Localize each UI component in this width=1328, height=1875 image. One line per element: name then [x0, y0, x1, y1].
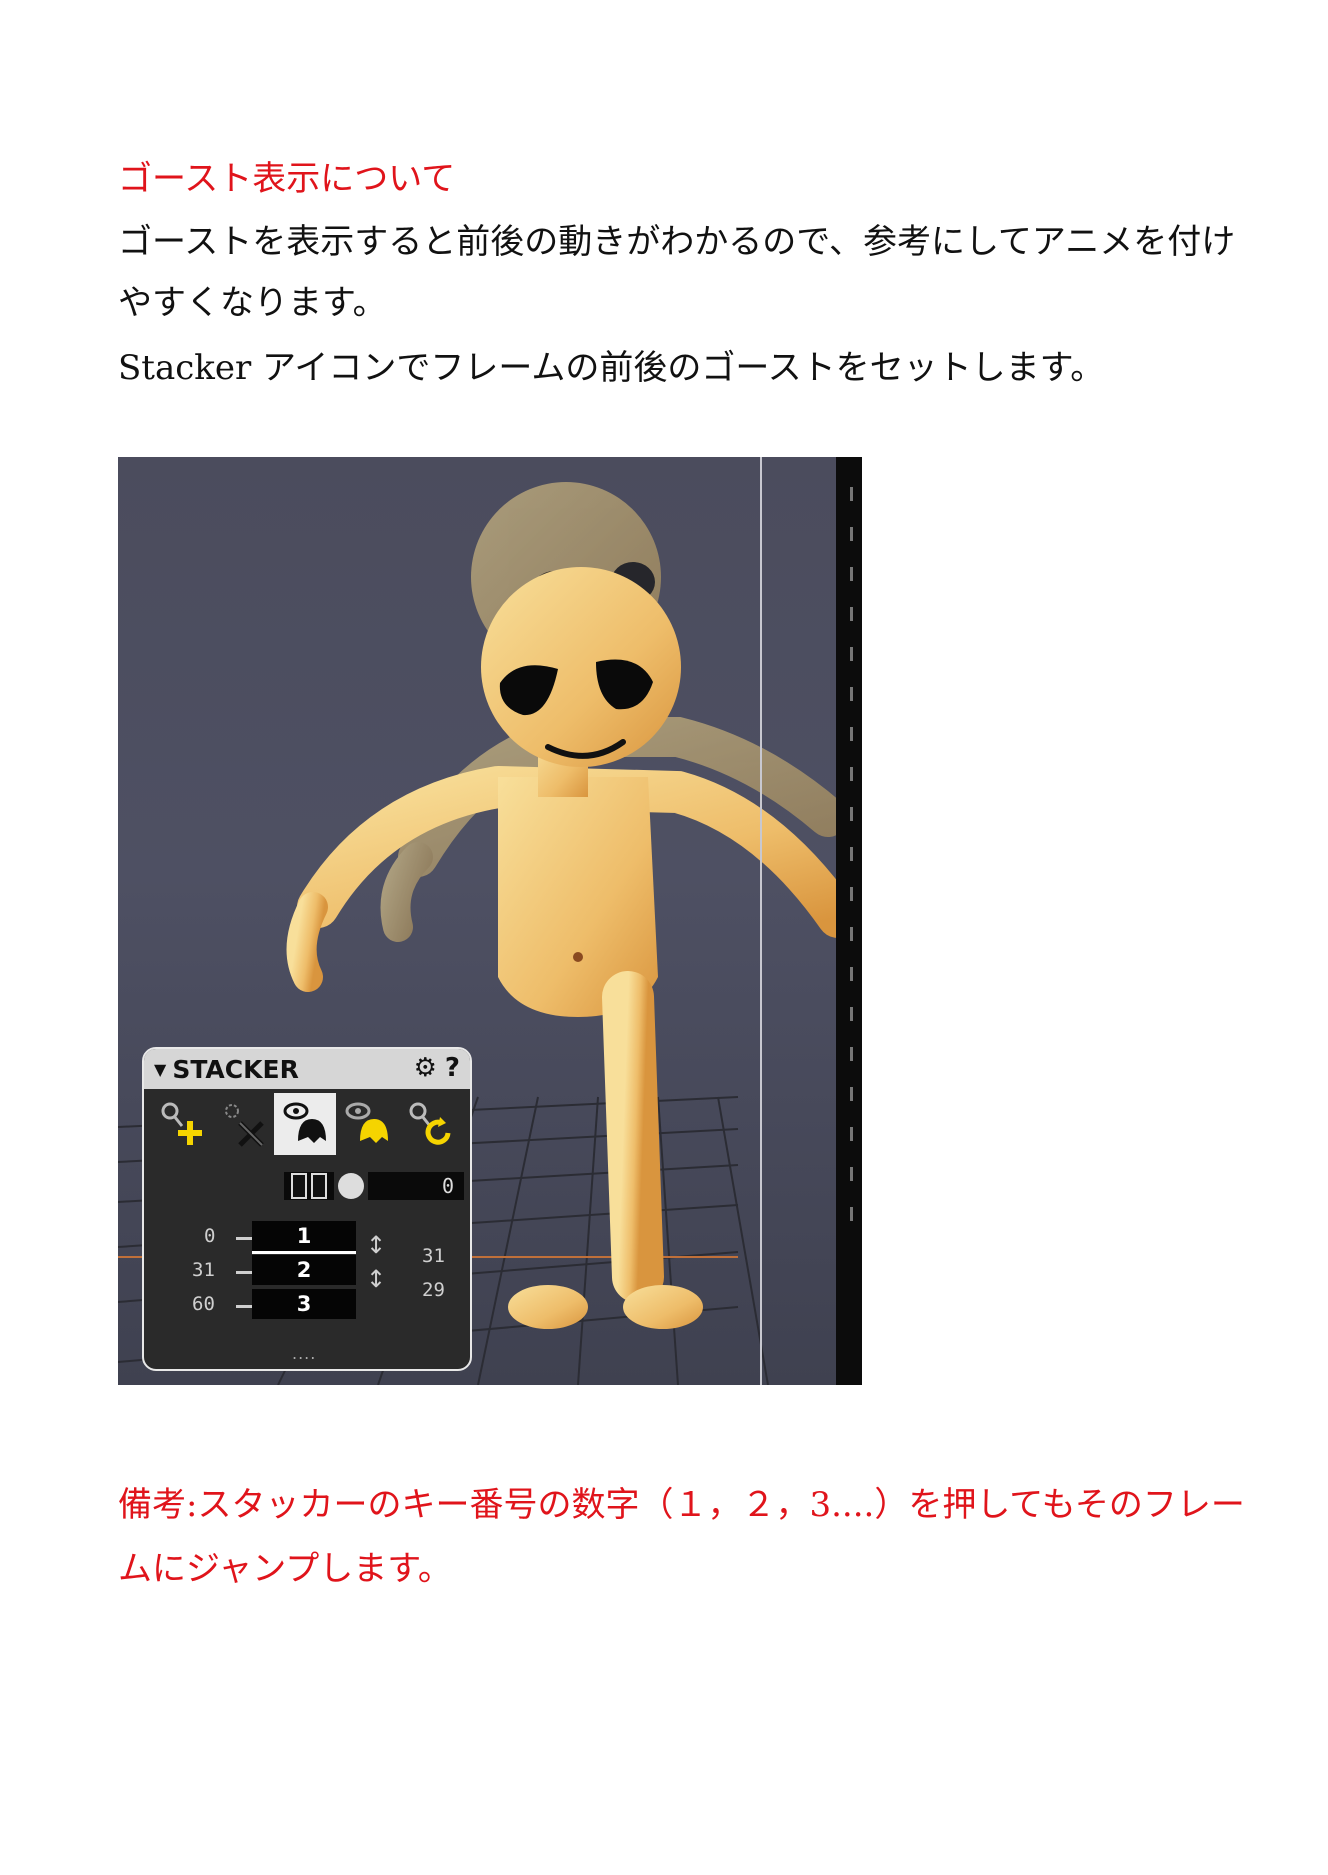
intro-paragraph: ゴーストを表示すると前後の動きがわかるので、参考にしてアニメを付けやすくなります…: [118, 222, 1236, 323]
ghost-offset-row: 0: [284, 1171, 464, 1201]
key-frame-number: 31: [192, 1259, 215, 1281]
interval-arrow-icon: ↕: [366, 1265, 387, 1293]
stacker-toolbar: [144, 1089, 470, 1159]
remove-key-icon[interactable]: [212, 1093, 274, 1155]
interval-arrow-icon: ↕: [366, 1231, 387, 1259]
key-button[interactable]: 2: [252, 1255, 356, 1285]
timeline-marker-line: [760, 457, 762, 1385]
key-frame-number: 60: [192, 1293, 215, 1315]
offset-field[interactable]: 0: [368, 1172, 464, 1200]
ghost-color-icon[interactable]: [336, 1093, 398, 1155]
layout-toggle[interactable]: [284, 1172, 334, 1200]
side-panel-strip: [836, 457, 862, 1385]
viewport-screenshot: ▼ STACKER ⚙ ? 0 0 1 31 2 60 3 ↕ ↕ 31 29 …: [118, 457, 862, 1385]
remark-note: 備考:スタッカーのキー番号の数字（１，２，3....）を押してもそのフレームにジ…: [118, 1485, 1245, 1589]
key-button[interactable]: 3: [252, 1289, 356, 1319]
collapse-triangle-icon[interactable]: ▼: [154, 1060, 166, 1079]
section-heading: ゴースト表示について: [118, 159, 456, 199]
stacker-panel: ▼ STACKER ⚙ ? 0 0 1 31 2 60 3 ↕ ↕ 31 29 …: [142, 1047, 472, 1371]
interval-value: 31: [422, 1245, 445, 1267]
stacker-header[interactable]: ▼ STACKER ⚙ ?: [144, 1049, 470, 1089]
help-icon[interactable]: ?: [445, 1053, 460, 1083]
add-key-icon[interactable]: [150, 1093, 212, 1155]
clock-icon[interactable]: [338, 1173, 364, 1199]
stacker-title: STACKER: [172, 1054, 299, 1084]
refresh-key-icon[interactable]: [398, 1093, 460, 1155]
ghost-visible-icon[interactable]: [274, 1093, 336, 1155]
resize-grip-icon[interactable]: ....: [292, 1344, 316, 1363]
interval-value: 29: [422, 1279, 445, 1301]
key-button[interactable]: 1: [252, 1221, 356, 1254]
stacker-instruction: Stacker アイコンでフレームの前後のゴーストをセットします。: [118, 348, 1105, 388]
key-frame-number: 0: [204, 1225, 216, 1247]
gear-icon[interactable]: ⚙: [414, 1053, 437, 1083]
